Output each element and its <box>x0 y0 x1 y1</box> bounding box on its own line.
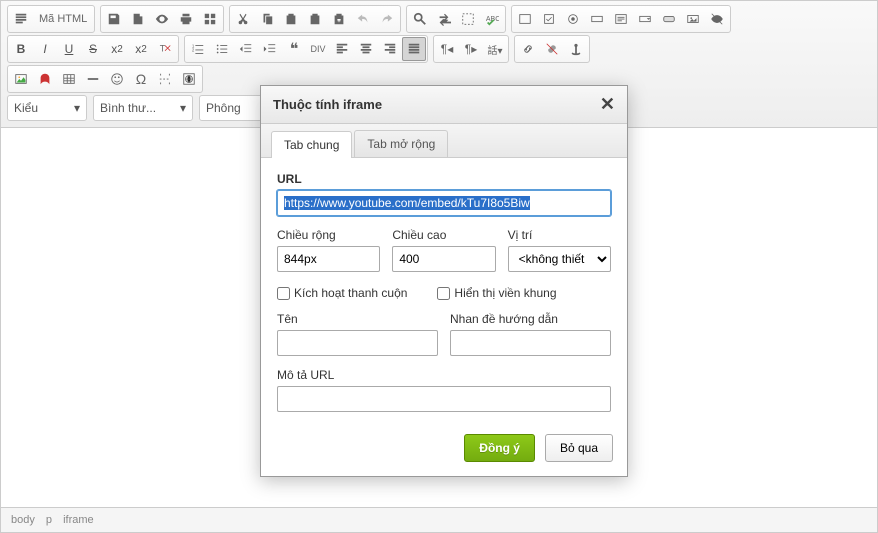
copy-icon[interactable] <box>255 7 279 31</box>
undo-icon[interactable] <box>351 7 375 31</box>
selectall-icon[interactable] <box>456 7 480 31</box>
longdesc-input[interactable] <box>277 386 611 412</box>
rtl-icon[interactable]: ¶▸ <box>459 37 483 61</box>
underline-button[interactable]: U <box>57 37 81 61</box>
name-input[interactable] <box>277 330 438 356</box>
language-icon[interactable]: 話▾ <box>483 37 507 61</box>
spellcheck-icon[interactable]: ABC <box>480 7 504 31</box>
textarea-icon[interactable] <box>609 7 633 31</box>
hidden-icon[interactable] <box>705 7 729 31</box>
tab-advanced[interactable]: Tab mở rộng <box>354 130 448 157</box>
close-icon[interactable]: ✕ <box>600 94 615 115</box>
radio-icon[interactable] <box>561 7 585 31</box>
removeformat-icon[interactable]: T <box>153 37 177 61</box>
textfield-icon[interactable] <box>585 7 609 31</box>
numberlist-icon[interactable]: 12 <box>186 37 210 61</box>
outdent-icon[interactable] <box>234 37 258 61</box>
table-icon[interactable] <box>57 67 81 91</box>
cancel-button[interactable]: Bỏ qua <box>545 434 613 462</box>
pagebreak-icon[interactable] <box>153 67 177 91</box>
indent-icon[interactable] <box>258 37 282 61</box>
print-icon[interactable] <box>174 7 198 31</box>
align-label: Vị trí <box>508 228 611 242</box>
format-combo-label: Bình thư... <box>100 101 156 115</box>
status-bar: body p iframe <box>0 508 878 533</box>
alignright-icon[interactable] <box>378 37 402 61</box>
bulletlist-icon[interactable] <box>210 37 234 61</box>
redo-icon[interactable] <box>375 7 399 31</box>
source-label[interactable]: Mã HTML <box>33 13 93 25</box>
italic-button[interactable]: I <box>33 37 57 61</box>
templates-icon[interactable] <box>198 7 222 31</box>
justify-icon[interactable] <box>402 37 426 61</box>
form-icon[interactable] <box>513 7 537 31</box>
advisory-label: Nhan đề hướng dẫn <box>450 312 611 326</box>
path-body[interactable]: body <box>11 514 35 526</box>
replace-icon[interactable] <box>432 7 456 31</box>
bold-button[interactable]: B <box>9 37 33 61</box>
styles-combo[interactable]: Kiểu▾ <box>7 95 87 121</box>
subscript-button[interactable]: x2 <box>105 37 129 61</box>
pastetext-icon[interactable] <box>303 7 327 31</box>
find-icon[interactable] <box>408 7 432 31</box>
hr-icon[interactable] <box>81 67 105 91</box>
border-checkbox[interactable]: Hiển thị viền khung <box>437 286 556 300</box>
link-icon[interactable] <box>516 37 540 61</box>
svg-text:2: 2 <box>192 48 195 53</box>
width-input[interactable] <box>277 246 380 272</box>
tab-general[interactable]: Tab chung <box>271 131 352 158</box>
name-label: Tên <box>277 312 438 326</box>
newpage-icon[interactable] <box>126 7 150 31</box>
preview-icon[interactable] <box>150 7 174 31</box>
select-icon[interactable] <box>633 7 657 31</box>
smiley-icon[interactable] <box>105 67 129 91</box>
url-value: https://www.youtube.com/embed/kTu7I8o5Bi… <box>284 196 530 210</box>
url-input[interactable]: https://www.youtube.com/embed/kTu7I8o5Bi… <box>277 190 611 216</box>
ltr-icon[interactable]: ¶◂ <box>435 37 459 61</box>
alignleft-icon[interactable] <box>330 37 354 61</box>
url-label: URL <box>277 172 611 186</box>
path-p[interactable]: p <box>46 514 52 526</box>
source-button[interactable] <box>9 7 33 31</box>
height-input[interactable] <box>392 246 495 272</box>
cut-icon[interactable] <box>231 7 255 31</box>
height-label: Chiều cao <box>392 228 495 242</box>
blockquote-icon[interactable]: ❝ <box>282 37 306 61</box>
strike-button[interactable]: S <box>81 37 105 61</box>
aligncenter-icon[interactable] <box>354 37 378 61</box>
format-combo[interactable]: Bình thư...▾ <box>93 95 193 121</box>
flash-icon[interactable] <box>33 67 57 91</box>
align-select[interactable]: <không thiết lập <box>508 246 611 272</box>
svg-text:T: T <box>160 44 166 54</box>
paste-icon[interactable] <box>279 7 303 31</box>
save-icon[interactable] <box>102 7 126 31</box>
longdesc-label: Mô tả URL <box>277 368 611 382</box>
imagebutton-icon[interactable] <box>681 7 705 31</box>
ok-button[interactable]: Đồng ý <box>464 434 535 462</box>
width-label: Chiều rộng <box>277 228 380 242</box>
specialchar-icon[interactable]: Ω <box>129 67 153 91</box>
path-iframe[interactable]: iframe <box>63 514 94 526</box>
unlink-icon[interactable] <box>540 37 564 61</box>
iframe-icon[interactable] <box>177 67 201 91</box>
styles-combo-label: Kiểu <box>14 101 38 115</box>
superscript-button[interactable]: x2 <box>129 37 153 61</box>
div-icon[interactable]: DIV <box>306 37 330 61</box>
image-icon[interactable] <box>9 67 33 91</box>
advisory-input[interactable] <box>450 330 611 356</box>
iframe-properties-dialog: Thuộc tính iframe ✕ Tab chung Tab mở rộn… <box>260 85 628 477</box>
scrolling-checkbox[interactable]: Kích hoạt thanh cuộn <box>277 286 407 300</box>
button-icon[interactable] <box>657 7 681 31</box>
anchor-icon[interactable] <box>564 37 588 61</box>
checkbox-icon[interactable] <box>537 7 561 31</box>
dialog-title: Thuộc tính iframe <box>273 97 382 112</box>
font-combo-label: Phông <box>206 101 241 115</box>
pasteword-icon[interactable] <box>327 7 351 31</box>
